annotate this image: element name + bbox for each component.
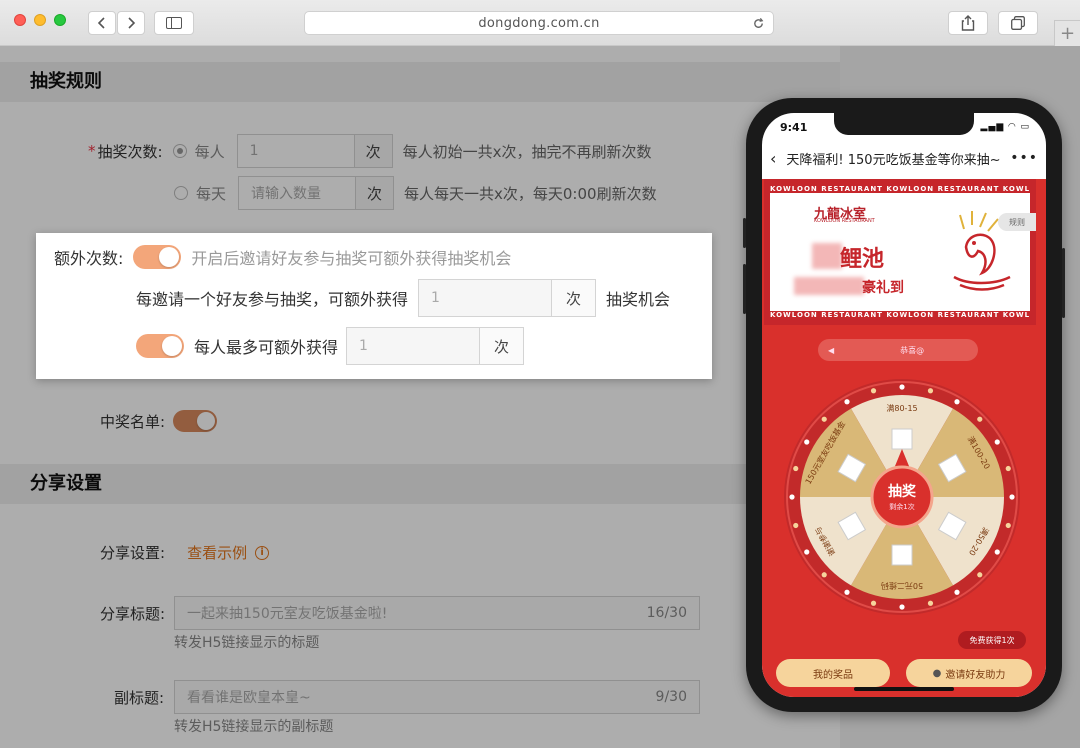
wheel-light bbox=[821, 572, 827, 578]
phone-screen: 9:41 ▂▄▆ ◠ ▭ ‹ 天降福利! 150元吃饭基金等你来抽~ ••• K… bbox=[762, 113, 1046, 697]
wheel-light bbox=[844, 399, 850, 405]
browser-toolbar: dongdong.com.cn + bbox=[0, 0, 1080, 46]
max-extra-label: 每人最多可额外获得 bbox=[194, 338, 339, 357]
tabs-icon bbox=[1011, 16, 1025, 30]
prize-image bbox=[891, 428, 913, 450]
promo-banner: KOWLOON RESTAURANT KOWLOON RESTAURANT KO… bbox=[764, 179, 1036, 325]
spin-remaining: 剩余1次 bbox=[889, 502, 914, 511]
wheel-prize-label: 50元二维码 bbox=[881, 581, 923, 591]
wheel-light bbox=[994, 439, 1000, 445]
wheel-light bbox=[821, 416, 827, 422]
wheel-light bbox=[844, 589, 850, 595]
wechat-icon: ● bbox=[932, 667, 942, 679]
wheel-light bbox=[977, 416, 983, 422]
wheel-light bbox=[793, 465, 799, 472]
wheel-light bbox=[1005, 522, 1011, 529]
phone-preview: 9:41 ▂▄▆ ◠ ▭ ‹ 天降福利! 150元吃饭基金等你来抽~ ••• K… bbox=[743, 98, 1065, 712]
max-extra-unit: 次 bbox=[480, 327, 525, 365]
forward-button[interactable] bbox=[117, 11, 145, 35]
phone-page-title: 天降福利! 150元吃饭基金等你来抽~ bbox=[786, 152, 1001, 168]
extra-times-highlight: 额外次数: 开启后邀请好友参与抽奖可额外获得抽奖机会 每邀请一个好友参与抽奖，可… bbox=[36, 233, 712, 379]
wheel-light bbox=[954, 589, 960, 595]
wheel-svg: 满80-15满100-20满50-2050元二维码谢谢参与150元室友吃饭基金抽… bbox=[784, 379, 1020, 615]
invite-extra-input[interactable]: 1 bbox=[418, 279, 553, 317]
banner-big-text: 鲤池 bbox=[840, 247, 885, 272]
wheel-light bbox=[804, 439, 810, 445]
close-window-button[interactable] bbox=[14, 14, 26, 26]
share-icon bbox=[961, 15, 975, 31]
wheel-light bbox=[1005, 465, 1011, 472]
wheel-light bbox=[793, 522, 799, 529]
phone-nav-bar: ‹ 天降福利! 150元吃饭基金等你来抽~ ••• bbox=[762, 139, 1046, 177]
sidebar-button[interactable] bbox=[154, 11, 194, 35]
spin-label: 抽奖 bbox=[888, 483, 917, 500]
wheel-light bbox=[927, 388, 934, 394]
speaker-icon: ◀ bbox=[828, 345, 835, 355]
signal-wifi-battery-icon: ▂▄▆ ◠ ▭ bbox=[980, 122, 1030, 132]
extra-times-toggle[interactable] bbox=[133, 245, 182, 269]
chevron-left-icon bbox=[97, 17, 105, 29]
wheel-light bbox=[899, 384, 905, 390]
invite-prefix: 每邀请一个好友参与抽奖，可额外获得 bbox=[136, 290, 409, 309]
blurred-area bbox=[812, 243, 842, 269]
prize-image bbox=[891, 544, 913, 566]
tabs-button[interactable] bbox=[998, 11, 1038, 35]
share-button[interactable] bbox=[948, 11, 988, 35]
new-tab-button[interactable]: + bbox=[1054, 20, 1080, 46]
phone-notch bbox=[834, 113, 974, 135]
banner-restaurant-en: KOWLOON RESTAURANT bbox=[814, 218, 875, 224]
status-time: 9:41 bbox=[780, 121, 808, 134]
extra-times-toggle-hint: 开启后邀请好友参与抽奖可额外获得抽奖机会 bbox=[191, 249, 512, 268]
minimize-window-button[interactable] bbox=[34, 14, 46, 26]
wheel-light bbox=[954, 399, 960, 405]
extra-times-row: 额外次数: 开启后邀请好友参与抽奖可额外获得抽奖机会 bbox=[54, 245, 511, 269]
wheel-light bbox=[870, 388, 877, 394]
invite-extra-unit: 次 bbox=[552, 279, 597, 317]
max-extra-input[interactable]: 1 bbox=[346, 327, 481, 365]
wheel-light bbox=[789, 494, 795, 500]
wheel-light bbox=[804, 549, 810, 555]
chevron-right-icon bbox=[128, 17, 136, 29]
phone-content: KOWLOON RESTAURANT KOWLOON RESTAURANT KO… bbox=[762, 179, 1046, 697]
blurred-area bbox=[794, 277, 864, 295]
extra-times-label: 额外次数: bbox=[54, 249, 124, 268]
rules-button[interactable]: 规则 bbox=[998, 213, 1036, 231]
winner-ticker: ◀ 恭喜@ bbox=[818, 339, 978, 361]
wheel-light bbox=[1009, 494, 1015, 500]
wheel-light bbox=[994, 549, 1000, 555]
phone-button bbox=[743, 264, 746, 314]
prize-wheel[interactable]: 满80-15 满100-20 满50-20 50元二维码 谢谢参与 150元室友吃饭基金抽… bbox=[780, 375, 1024, 619]
chevron-left-icon[interactable]: ‹ bbox=[770, 149, 776, 168]
url-text: dongdong.com.cn bbox=[478, 15, 600, 31]
ticker-text: 恭喜@ bbox=[900, 345, 925, 355]
home-indicator bbox=[854, 687, 954, 691]
phone-button bbox=[1062, 248, 1065, 318]
max-extra-toggle[interactable] bbox=[136, 334, 184, 358]
banner-mid-text: 豪礼到 bbox=[862, 280, 904, 296]
wheel-light bbox=[977, 572, 983, 578]
zoom-window-button[interactable] bbox=[54, 14, 66, 26]
more-icon[interactable]: ••• bbox=[1010, 150, 1038, 166]
address-bar[interactable]: dongdong.com.cn bbox=[304, 11, 774, 35]
reload-icon[interactable] bbox=[752, 17, 765, 30]
invite-suffix: 抽奖机会 bbox=[606, 290, 671, 309]
phone-button bbox=[743, 218, 746, 248]
invite-friends-button[interactable]: ● 邀请好友助力 bbox=[906, 659, 1032, 687]
wheel-light bbox=[899, 604, 905, 610]
sidebar-icon bbox=[166, 17, 182, 29]
wheel-prize-label: 满80-15 bbox=[886, 403, 917, 413]
wheel-light bbox=[870, 600, 877, 606]
wheel-light bbox=[927, 600, 934, 606]
banner-strip-bottom: KOWLOON RESTAURANT KOWLOON RESTAURANT KO… bbox=[770, 311, 1030, 319]
max-extra-row: 每人最多可额外获得 1 次 bbox=[136, 327, 525, 365]
invite-friends-label: 邀请好友助力 bbox=[945, 669, 1006, 681]
my-prizes-button[interactable]: 我的奖品 bbox=[776, 659, 890, 687]
banner-strip-top: KOWLOON RESTAURANT KOWLOON RESTAURANT KO… bbox=[770, 185, 1030, 193]
free-chance-badge: 免费获得1次 bbox=[958, 631, 1026, 649]
back-button[interactable] bbox=[88, 11, 116, 35]
invite-extra-row: 每邀请一个好友参与抽奖，可额外获得 1 次 抽奖机会 bbox=[136, 279, 670, 317]
